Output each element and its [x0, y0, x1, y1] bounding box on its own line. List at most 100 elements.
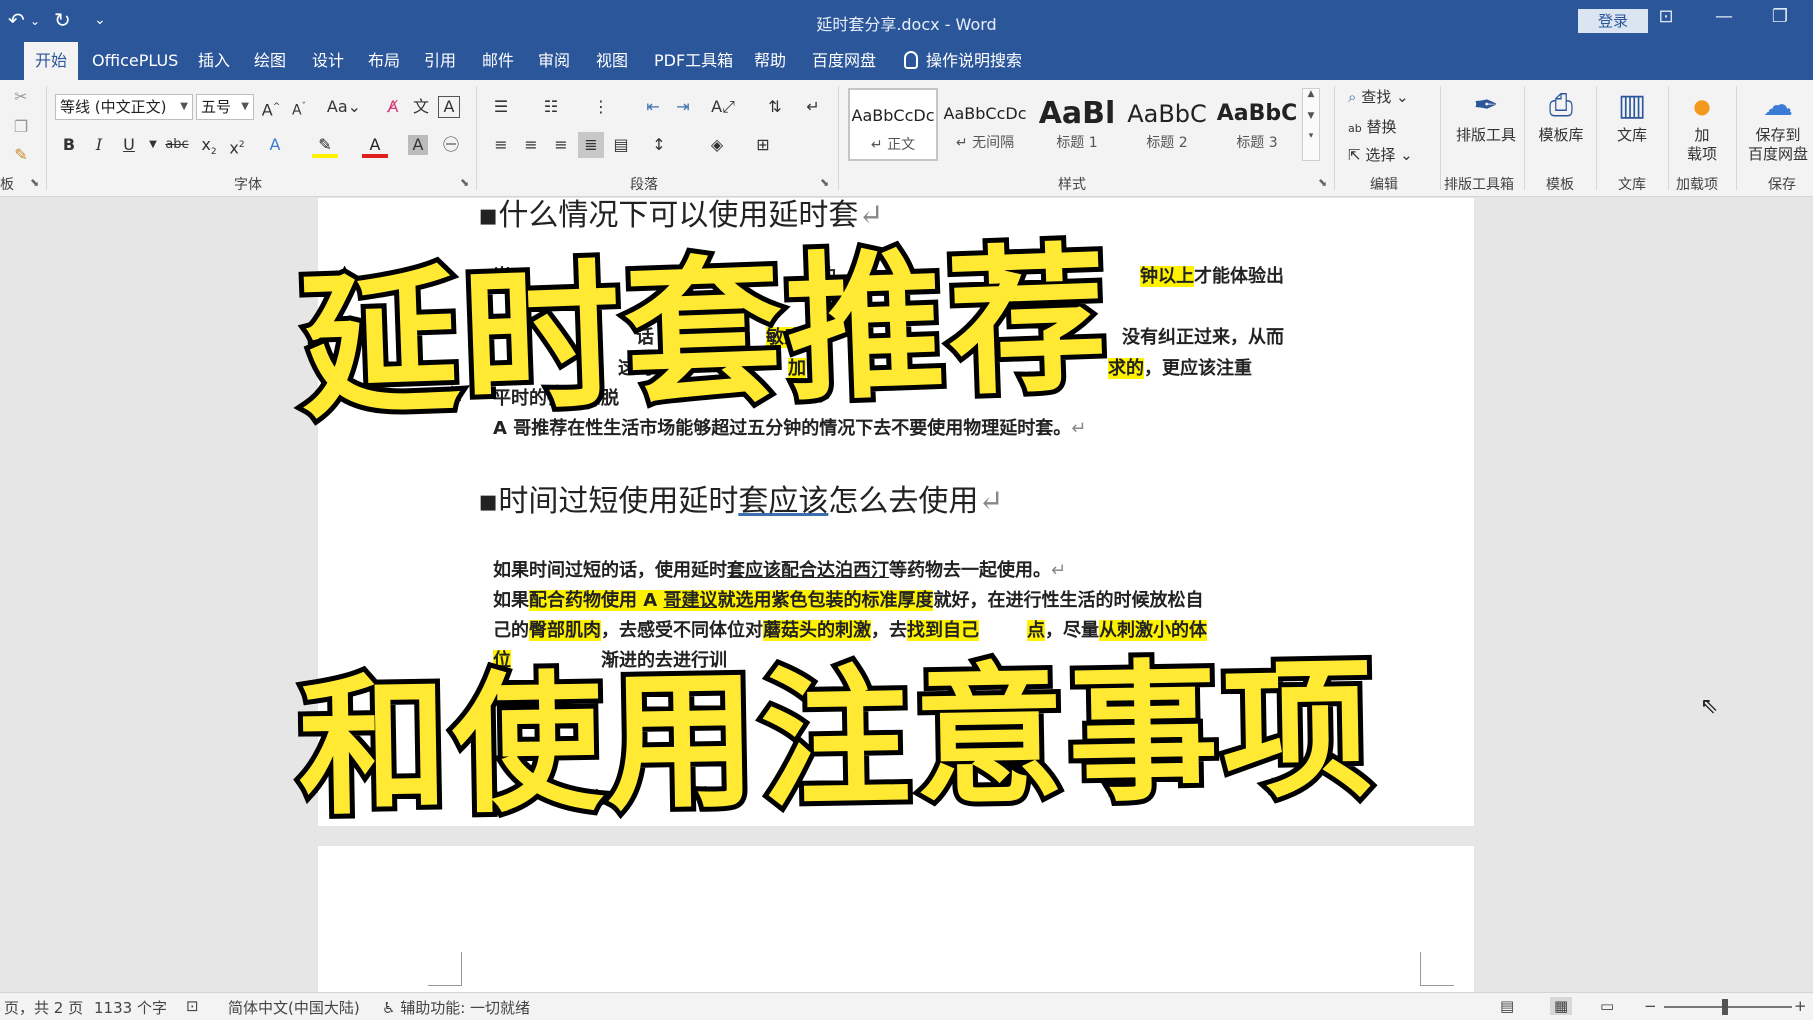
subscript-icon[interactable]: x2 [196, 132, 222, 158]
template-library-button[interactable]: ⎙ 模板库 [1528, 86, 1594, 145]
superscript-icon[interactable]: x2 [224, 132, 250, 158]
tab-draw[interactable]: 绘图 [248, 42, 292, 80]
zoom-slider-track[interactable] [1664, 1006, 1792, 1008]
multilevel-list-icon[interactable]: ⋮ [588, 94, 614, 120]
accessibility-status[interactable]: ♿ 辅助功能: 一切就绪 [382, 997, 530, 1018]
enclose-characters-icon[interactable]: ㊀ [438, 132, 464, 158]
clear-formatting-icon[interactable]: A̸ [380, 94, 406, 120]
style-gallery-scroll[interactable]: ▲ ▼ ▾ [1302, 88, 1320, 161]
gallery-more-icon[interactable]: ▾ [1303, 131, 1319, 141]
borders-icon[interactable]: ⊞ [750, 132, 776, 158]
minimize-button[interactable]: — [1704, 6, 1744, 27]
format-painter-icon[interactable]: ✎ [8, 142, 34, 168]
divider [1736, 86, 1737, 190]
language[interactable]: 简体中文(中国大陆) [228, 997, 360, 1018]
find-button[interactable]: ⌕ 查找 ⌄ [1348, 86, 1409, 107]
tab-view[interactable]: 视图 [590, 42, 634, 80]
character-border-icon[interactable]: A [438, 96, 460, 118]
align-right-icon[interactable]: ≡ [548, 132, 574, 158]
library-button[interactable]: ▥ 文库 [1602, 86, 1662, 145]
copy-icon[interactable]: ❐ [8, 114, 34, 140]
tab-baidu-netdisk[interactable]: 百度网盘 [806, 42, 882, 80]
underline-dropdown-icon[interactable]: ▼ [140, 132, 166, 158]
tab-home[interactable]: 开始 [24, 42, 78, 80]
body-line[interactable]: 求的，更应该注重 [1108, 354, 1252, 380]
font-size-combo[interactable]: 五号 ▼ [196, 94, 254, 120]
replace-button[interactable]: ab 替换 [1348, 116, 1397, 137]
body-line[interactable]: 钟以上才能体验出 [1140, 262, 1284, 288]
tell-me-search[interactable]: 操作说明搜索 [898, 42, 1028, 80]
select-button[interactable]: ⇱ 选择 ⌄ [1348, 144, 1413, 165]
change-case-icon[interactable]: Aa⌄ [324, 94, 364, 120]
style-heading-2[interactable]: AaBbC 标题 2 [1122, 88, 1212, 161]
scroll-up-icon[interactable]: ▲ [1303, 89, 1319, 99]
style-normal[interactable]: AaBbCcDc ↵ 正文 [848, 88, 938, 161]
phonetic-guide-icon[interactable]: 文 [408, 94, 434, 120]
tab-pdf-toolbox[interactable]: PDF工具箱 [648, 42, 739, 80]
highlight-color-icon[interactable]: ✎ [312, 132, 338, 158]
tab-references[interactable]: 引用 [418, 42, 462, 80]
distributed-icon[interactable]: ▤ [608, 132, 634, 158]
grow-font-icon[interactable]: A^ [258, 94, 284, 120]
clipboard-launcher-icon[interactable]: ⬊ [30, 176, 39, 189]
font-name-combo[interactable]: 等线 (中文正文) ▼ [55, 94, 193, 120]
shrink-font-icon[interactable]: Aˇ [286, 94, 312, 120]
tab-mailings[interactable]: 邮件 [476, 42, 520, 80]
italic-icon[interactable]: I [86, 132, 112, 158]
tab-layout[interactable]: 布局 [362, 42, 406, 80]
body-line[interactable]: 没有纠正过来，从而 [1122, 323, 1284, 349]
mouse-pointer-icon: ⇖ [1700, 694, 1719, 719]
character-shading-icon[interactable]: A [408, 135, 428, 155]
proofing-icon[interactable]: ⊡ [186, 997, 199, 1015]
bullets-icon[interactable]: ☰ [488, 94, 514, 120]
text-effects-icon[interactable]: A [262, 132, 288, 158]
chinese-layout-icon[interactable]: A⤢ [710, 94, 736, 120]
strikethrough-icon[interactable]: abc [164, 132, 190, 158]
justify-icon[interactable]: ≣ [578, 132, 604, 158]
word-count[interactable]: 1133 个字 [94, 997, 167, 1018]
scroll-down-icon[interactable]: ▼ [1303, 111, 1319, 121]
style-no-spacing[interactable]: AaBbCcDc ↵ 无间隔 [940, 88, 1030, 161]
line-spacing-icon[interactable]: ↕ [646, 132, 672, 158]
page-count[interactable]: 页，共 2 页 [4, 997, 83, 1018]
align-left-icon[interactable]: ≡ [488, 132, 514, 158]
paragraph-dialog-launcher-icon[interactable]: ⬊ [820, 176, 829, 189]
style-heading-3[interactable]: AaBbC 标题 3 [1212, 88, 1302, 161]
zoom-slider-thumb[interactable] [1722, 999, 1728, 1015]
sort-icon[interactable]: ⇅ [762, 94, 788, 120]
font-color-icon[interactable]: A [362, 132, 388, 158]
shading-icon[interactable]: ◈ [704, 132, 730, 158]
tab-design[interactable]: 设计 [306, 42, 350, 80]
show-marks-icon[interactable]: ↵ [800, 94, 826, 120]
zoom-in-button[interactable]: + [1794, 997, 1807, 1015]
ribbon-display-options-icon[interactable]: ⊡ [1646, 6, 1686, 27]
styles-dialog-launcher-icon[interactable]: ⬊ [1318, 176, 1327, 189]
font-dialog-launcher-icon[interactable]: ⬊ [460, 176, 469, 189]
login-button[interactable]: 登录 [1578, 9, 1648, 33]
document-page-2[interactable] [318, 846, 1474, 992]
layout-tools-button[interactable]: ✒ 排版工具 [1448, 86, 1524, 145]
underline-icon[interactable]: U [116, 132, 142, 158]
decrease-indent-icon[interactable]: ⇤ [640, 94, 666, 120]
tab-review[interactable]: 审阅 [532, 42, 576, 80]
body-line[interactable]: 如果配合药物使用 A 哥建议就选用紫色包装的标准厚度就好，在进行性生活的时候放松… [493, 586, 1203, 612]
align-center-icon[interactable]: ≡ [518, 132, 544, 158]
addins-button[interactable]: ● 加 载项 [1672, 86, 1732, 164]
divider [1596, 86, 1597, 190]
print-layout-icon[interactable]: ▦ [1550, 997, 1573, 1015]
increase-indent-icon[interactable]: ⇥ [670, 94, 696, 120]
cut-icon[interactable]: ✂ [8, 84, 34, 110]
heading-2[interactable]: ▪时间过短使用延时套应该怎么去使用↵ [478, 476, 1003, 520]
save-to-baidu-button[interactable]: ☁ 保存到 百度网盘 [1740, 86, 1813, 164]
bold-icon[interactable]: B [56, 132, 82, 158]
read-mode-icon[interactable]: ▤ [1500, 997, 1514, 1015]
tab-insert[interactable]: 插入 [192, 42, 236, 80]
web-layout-icon[interactable]: ▭ [1600, 997, 1614, 1015]
numbering-icon[interactable]: ☷ [538, 94, 564, 120]
body-line[interactable]: 如果时间过短的话，使用延时套应该配合达泊西汀等药物去一起使用。↵ [493, 556, 1066, 582]
tab-officeplus[interactable]: OfficePLUS [86, 42, 184, 80]
style-heading-1[interactable]: AaBl 标题 1 [1032, 88, 1122, 161]
restore-button[interactable]: ❐ [1760, 6, 1800, 27]
tab-help[interactable]: 帮助 [748, 42, 792, 80]
zoom-out-button[interactable]: − [1644, 997, 1657, 1015]
